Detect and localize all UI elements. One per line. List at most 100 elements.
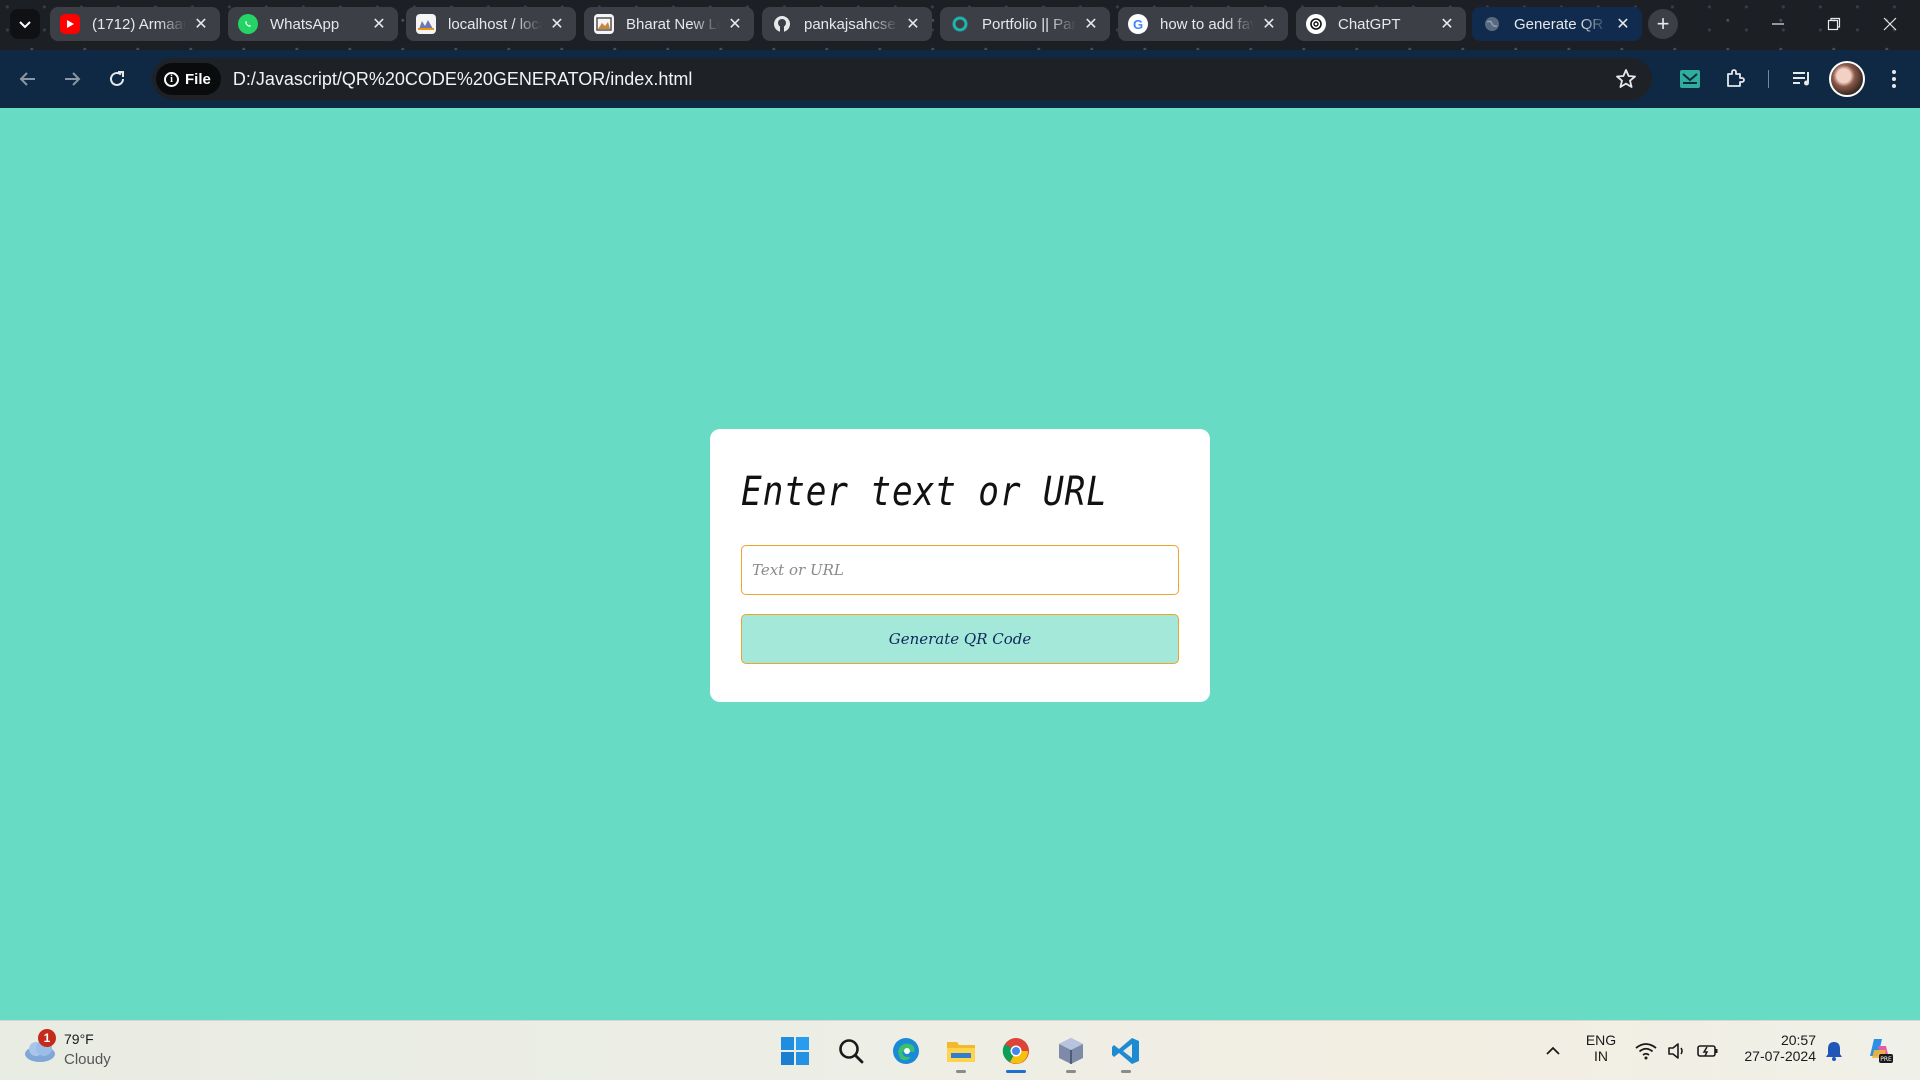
chevron-down-icon <box>19 21 31 29</box>
tab-title: how to add favicon <box>1160 15 1254 33</box>
weather-condition: Cloudy <box>64 1051 111 1068</box>
forward-button[interactable] <box>56 63 88 95</box>
reload-icon <box>110 71 124 86</box>
taskbar-virtualbox[interactable] <box>1051 1031 1091 1073</box>
scheme-label: File <box>185 70 211 88</box>
restore-icon <box>1827 17 1841 31</box>
tab-localhost[interactable]: localhost / localhost ✕ <box>406 7 576 41</box>
profile-avatar[interactable] <box>1829 61 1865 97</box>
chevron-up-icon <box>1546 1046 1560 1055</box>
extension-mail-button[interactable] <box>1674 63 1706 95</box>
info-icon: i <box>164 71 179 87</box>
tab-whatsapp[interactable]: WhatsApp ✕ <box>228 7 398 41</box>
copilot-button[interactable]: PRE <box>1860 1031 1900 1071</box>
tab-portfolio[interactable]: Portfolio || Pankaj ✕ <box>940 7 1110 41</box>
notifications-button[interactable] <box>1816 1031 1852 1071</box>
svg-text:PRE: PRE <box>1880 1056 1892 1063</box>
close-icon[interactable]: ✕ <box>904 14 922 34</box>
file-explorer-icon <box>947 1042 975 1062</box>
taskbar-chrome[interactable] <box>996 1031 1036 1073</box>
running-indicator <box>1066 1070 1076 1073</box>
arrow-right-icon <box>65 72 81 86</box>
tab-github[interactable]: pankajsahcse ✕ <box>762 7 932 41</box>
tab-strip: (1712) Armaan ✕ WhatsApp ✕ localhost / l… <box>0 0 1920 50</box>
close-icon[interactable]: ✕ <box>1260 14 1278 34</box>
url-text[interactable]: D:/Javascript/QR%20CODE%20GENERATOR/inde… <box>233 69 692 90</box>
restore-button[interactable] <box>1814 8 1854 40</box>
volume-icon <box>1668 1043 1683 1059</box>
close-icon[interactable]: ✕ <box>370 14 388 34</box>
tab-title: Portfolio || Pankaj <box>982 15 1076 33</box>
close-icon[interactable]: ✕ <box>1082 14 1100 34</box>
running-indicator <box>1121 1070 1131 1073</box>
active-indicator <box>1006 1070 1026 1073</box>
reload-button[interactable] <box>101 63 133 95</box>
language-code: ENG <box>1585 1032 1617 1048</box>
back-button[interactable] <box>12 63 44 95</box>
weather-alert-badge: 1 <box>38 1029 56 1047</box>
tab-generate-qr[interactable]: Generate QR Code ✕ <box>1472 7 1642 41</box>
plus-icon: + <box>1656 11 1670 36</box>
tab-search-button[interactable] <box>10 9 40 39</box>
minimize-icon <box>1772 23 1784 25</box>
close-icon[interactable]: ✕ <box>726 14 744 34</box>
tab-title: Bharat New Look <box>626 15 720 33</box>
virtualbox-icon <box>1059 1038 1083 1064</box>
clock-time: 20:57 <box>1780 1032 1816 1048</box>
media-control-button[interactable] <box>1786 63 1818 95</box>
close-icon[interactable]: ✕ <box>1614 14 1632 34</box>
tab-chatgpt[interactable]: ChatGPT ✕ <box>1296 7 1466 41</box>
phpmyadmin-icon <box>416 14 436 34</box>
copilot-icon: PRE <box>1870 1039 1893 1063</box>
globe-icon <box>1482 14 1502 34</box>
tab-youtube[interactable]: (1712) Armaan ✕ <box>50 7 220 41</box>
site-icon <box>594 14 614 34</box>
qr-generator-card: Enter text or URL Generate QR Code <box>710 429 1210 702</box>
browser-toolbar: i File D:/Javascript/QR%20CODE%20GENERAT… <box>0 50 1920 108</box>
taskbar-file-explorer[interactable] <box>941 1031 981 1073</box>
kebab-menu-icon <box>1892 70 1896 88</box>
new-tab-button[interactable]: + <box>1648 9 1678 39</box>
tab-title: localhost / localhost <box>448 15 542 33</box>
tab-bharat[interactable]: Bharat New Look ✕ <box>584 7 754 41</box>
chatgpt-icon <box>1306 14 1326 34</box>
github-icon <box>772 14 792 34</box>
vscode-icon <box>1112 1038 1139 1064</box>
taskbar-edge[interactable] <box>886 1031 926 1071</box>
mail-extension-icon <box>1680 70 1700 88</box>
generate-qr-button[interactable]: Generate QR Code <box>741 614 1179 664</box>
arrow-left-icon <box>19 72 35 86</box>
site-info-chip[interactable]: i File <box>156 63 221 95</box>
star-icon <box>1616 69 1636 88</box>
taskbar-vscode[interactable] <box>1106 1031 1146 1073</box>
qr-text-input[interactable] <box>741 545 1179 595</box>
extensions-button[interactable] <box>1719 63 1751 95</box>
bookmark-star-button[interactable] <box>1614 67 1638 96</box>
start-button[interactable] <box>775 1031 815 1071</box>
close-icon[interactable]: ✕ <box>548 14 566 34</box>
battery-charging-icon <box>1697 1045 1718 1057</box>
toolbar-divider <box>1768 70 1769 88</box>
close-icon[interactable]: ✕ <box>192 14 210 34</box>
close-window-button[interactable] <box>1870 8 1910 40</box>
bell-icon <box>1826 1042 1842 1061</box>
puzzle-icon <box>1727 69 1745 87</box>
close-icon[interactable]: ✕ <box>1438 14 1456 34</box>
show-hidden-icons-button[interactable] <box>1533 1031 1573 1071</box>
region-code: IN <box>1594 1048 1608 1064</box>
browser-menu-button[interactable] <box>1878 63 1910 95</box>
whatsapp-icon <box>238 14 258 34</box>
clock-date: 27-07-2024 <box>1744 1048 1816 1064</box>
quick-settings-button[interactable] <box>1627 1031 1727 1071</box>
language-indicator[interactable]: ENG IN <box>1583 1032 1619 1064</box>
tab-title: WhatsApp <box>270 15 340 33</box>
taskbar-search-button[interactable] <box>831 1031 871 1071</box>
clock[interactable]: 20:57 27-07-2024 <box>1736 1032 1816 1064</box>
minimize-button[interactable] <box>1758 8 1798 40</box>
tab-google[interactable]: G how to add favicon ✕ <box>1118 7 1288 41</box>
address-bar[interactable]: i File D:/Javascript/QR%20CODE%20GENERAT… <box>152 58 1652 100</box>
tab-title: Generate QR Code <box>1514 15 1608 33</box>
search-icon <box>839 1039 864 1064</box>
tab-title: (1712) Armaan <box>92 15 186 33</box>
page-title: Enter text or URL <box>741 469 1108 515</box>
